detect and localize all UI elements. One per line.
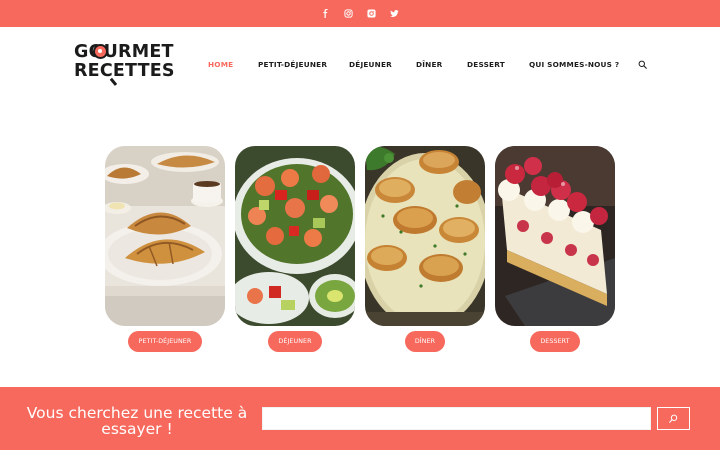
category-card-petit-dejeuner[interactable] bbox=[105, 146, 225, 326]
logo-line-1: GOURMET bbox=[74, 42, 174, 62]
nav-diner[interactable]: DÎNER bbox=[416, 60, 442, 69]
recipe-search-input[interactable] bbox=[262, 407, 651, 430]
search-submit-button[interactable] bbox=[657, 407, 690, 430]
shrimp-salad-photo bbox=[235, 146, 355, 326]
scallops-photo bbox=[365, 146, 485, 326]
category-button-petit-dejeuner[interactable]: PETIT-DÉJEUNER bbox=[128, 331, 202, 352]
category-button-dejeuner[interactable]: DÉJEUNER bbox=[268, 331, 322, 352]
twitter-icon[interactable] bbox=[390, 9, 399, 18]
search-band-title: Vous cherchez une recette à essayer ! bbox=[26, 404, 248, 438]
instagram-icon[interactable] bbox=[344, 9, 353, 18]
magnifier-logo-icon bbox=[93, 44, 108, 59]
logo-line-2: RECETTES bbox=[74, 61, 175, 81]
site-logo[interactable]: GOURMET RECETTES bbox=[74, 42, 184, 86]
category-button-dessert[interactable]: DESSERT bbox=[530, 331, 580, 352]
nav-dejeuner[interactable]: DÉJEUNER bbox=[349, 60, 392, 69]
category-card-diner[interactable] bbox=[365, 146, 485, 326]
category-card-dessert[interactable] bbox=[495, 146, 615, 326]
search-icon bbox=[669, 414, 678, 423]
nav-dessert[interactable]: DESSERT bbox=[467, 60, 505, 69]
category-button-diner[interactable]: DÎNER bbox=[405, 331, 445, 352]
instagram-square-icon[interactable] bbox=[367, 9, 376, 18]
category-card-dejeuner[interactable] bbox=[235, 146, 355, 326]
nav-home[interactable]: HOME bbox=[208, 60, 233, 69]
social-bar bbox=[0, 0, 720, 27]
main-nav: HOME PETIT-DÉJEUNER DÉJEUNER DÎNER DESSE… bbox=[0, 33, 720, 69]
facebook-icon[interactable] bbox=[321, 9, 330, 18]
raspberry-cake-photo bbox=[495, 146, 615, 326]
nav-petit-dejeuner[interactable]: PETIT-DÉJEUNER bbox=[258, 60, 327, 69]
nav-qui-sommes-nous[interactable]: QUI SOMMES-NOUS ? bbox=[529, 60, 619, 69]
croissants-photo bbox=[105, 146, 225, 326]
search-icon[interactable] bbox=[638, 60, 647, 69]
